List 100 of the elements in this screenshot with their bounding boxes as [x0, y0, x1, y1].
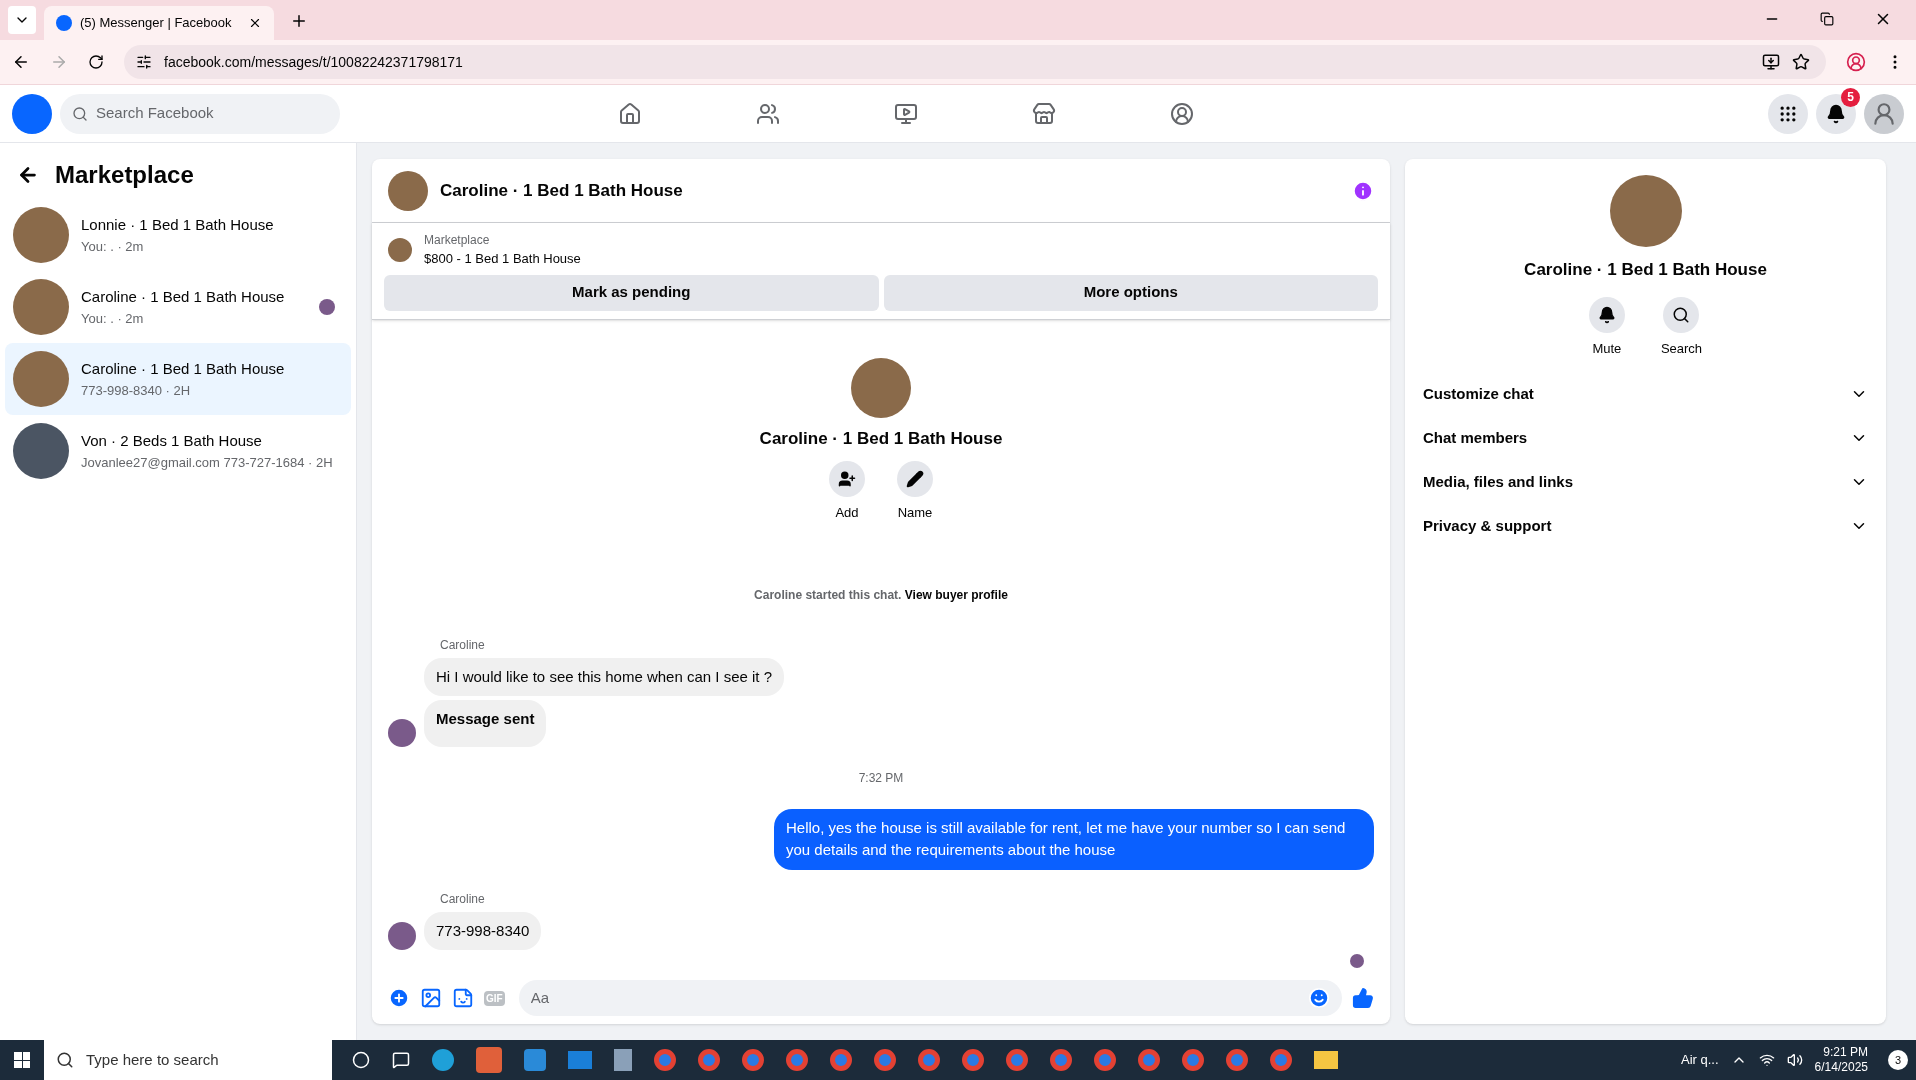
details-section[interactable]: Customize chat [1421, 372, 1870, 416]
chrome-icon[interactable] [874, 1049, 896, 1071]
listing-action-button[interactable]: More options [883, 274, 1378, 311]
store-icon[interactable] [524, 1049, 546, 1071]
message-time: 7:32 PM [858, 769, 904, 787]
chrome-icon[interactable] [1050, 1049, 1072, 1071]
conversation-preview: 773-998-8340 · 2H [81, 381, 192, 400]
listing-title: $800 - 1 Bed 1 Bath House [424, 250, 581, 268]
notification-count[interactable]: 3 [1888, 1050, 1908, 1070]
facebook-logo-icon[interactable] [12, 93, 52, 134]
conversation-name: Von · 2 Beds 1 Bath House [81, 431, 263, 451]
conversation-item[interactable]: Von · 2 Beds 1 Bath House Jovanlee27@gmail.com 773-727-1684 · 2H [5, 415, 351, 487]
profile-icon[interactable] [1846, 52, 1866, 72]
details-section[interactable]: Privacy & support [1421, 504, 1870, 548]
search-icon [72, 105, 88, 122]
add-button[interactable] [829, 461, 865, 497]
conversation-preview: You: . · 2m [81, 237, 145, 256]
message-input[interactable]: Aa [530, 986, 1308, 1010]
plus-icon[interactable] [388, 987, 410, 1009]
sticker-icon[interactable] [452, 987, 474, 1009]
conversation-item[interactable]: Caroline · 1 Bed 1 Bath House You: . · 2m [5, 271, 351, 343]
search-field[interactable]: Search Facebook [96, 102, 328, 125]
action-label: Search [1660, 339, 1703, 358]
conversation-item[interactable]: Lonnie · 1 Bed 1 Bath House You: . · 2m [5, 199, 351, 271]
widgets-icon[interactable] [392, 1051, 410, 1069]
conversation-name: Caroline · 1 Bed 1 Bath House [81, 287, 286, 307]
reload-icon[interactable] [88, 54, 104, 70]
search-bar[interactable]: Search Facebook [60, 93, 340, 134]
sender-name: Caroline [440, 636, 486, 654]
new-tab-icon[interactable] [290, 12, 308, 30]
info-icon[interactable] [1352, 179, 1374, 202]
conversation-name: Lonnie · 1 Bed 1 Bath House [81, 215, 275, 235]
back-icon[interactable] [12, 53, 30, 71]
bell-icon [1597, 305, 1616, 324]
install-icon[interactable] [1762, 53, 1780, 71]
listing-action-button[interactable]: Mark as pending [384, 274, 879, 311]
action-label: Name [897, 504, 933, 522]
notification-badge: 5 [1841, 87, 1860, 107]
conversation-preview: You: . · 2m [81, 309, 145, 328]
message-bubble: Hello, yes the house is still available for rent, let me have your number so I can send you details and the requirements about the house [774, 808, 1374, 870]
chrome-icon[interactable] [654, 1049, 676, 1071]
sender-name: Caroline [440, 890, 486, 908]
section-label: Media, files and links [1423, 471, 1575, 492]
details-section[interactable]: Chat members [1421, 416, 1870, 460]
tab-title: (5) Messenger | Facebook [80, 14, 233, 33]
section-label: Privacy & support [1423, 515, 1553, 536]
chrome-icon[interactable] [1138, 1049, 1160, 1071]
photo-placeholder [388, 237, 412, 262]
close-icon[interactable] [248, 16, 262, 30]
listing-label: Marketplace [424, 232, 491, 249]
conversation-item[interactable]: Caroline · 1 Bed 1 Bath House 773-998-8340 · 2H [5, 343, 351, 415]
action-label: Mute [1592, 339, 1622, 358]
photo-icon[interactable] [420, 987, 442, 1009]
chrome-icon[interactable] [742, 1049, 764, 1071]
message-bubble: Message sent [424, 700, 547, 747]
volume-icon[interactable] [1786, 1052, 1803, 1068]
site-settings-icon[interactable] [136, 54, 152, 70]
details-name: Caroline · 1 Bed 1 Bath House [1524, 259, 1767, 281]
emoji-icon[interactable] [1308, 987, 1330, 1009]
message-bubble: 773-998-8340 [424, 911, 542, 950]
search-icon [56, 1051, 74, 1069]
mute-button[interactable] [1588, 296, 1625, 333]
chrome-icon[interactable] [698, 1049, 720, 1071]
edge-icon[interactable] [432, 1049, 454, 1071]
seen-avatar [1350, 954, 1364, 968]
wifi-icon[interactable] [1758, 1052, 1775, 1068]
photo-placeholder [388, 170, 428, 211]
tab-list-button[interactable] [8, 6, 36, 34]
chrome-icon[interactable] [786, 1049, 808, 1071]
like-icon[interactable] [1352, 987, 1374, 1009]
section-label: Customize chat [1423, 383, 1535, 404]
clock-date: 6/14/2025 [1814, 1060, 1868, 1075]
chrome-icon[interactable] [962, 1049, 984, 1071]
chrome-icon[interactable] [1182, 1049, 1204, 1071]
chrome-icon[interactable] [918, 1049, 940, 1071]
task-view-icon[interactable] [352, 1051, 370, 1069]
taskbar-search-bar[interactable]: Type here to search [44, 1040, 332, 1080]
address-bar[interactable]: facebook.com/messages/t/10082242371798171 [124, 45, 1826, 79]
notifications-button[interactable] [1816, 93, 1856, 134]
message-composer[interactable]: Aa [518, 980, 1342, 1016]
chrome-icon[interactable] [1270, 1049, 1292, 1071]
browser-tab[interactable]: (5) Messenger | Facebook [44, 6, 274, 40]
weather-text[interactable]: Air q... [1681, 1050, 1719, 1070]
bookmark-icon[interactable] [1792, 53, 1810, 71]
chrome-icon[interactable] [1094, 1049, 1116, 1071]
profile-name: Caroline · 1 Bed 1 Bath House [759, 427, 1003, 450]
name-button[interactable] [897, 461, 933, 497]
details-section[interactable]: Media, files and links [1421, 460, 1870, 504]
menu-button[interactable] [1768, 93, 1808, 134]
clock-time: 9:21 PM [1823, 1045, 1868, 1060]
taskbar-search-field[interactable]: Type here to search [86, 1048, 320, 1072]
chrome-icon[interactable] [1006, 1049, 1028, 1071]
chrome-icon[interactable] [1226, 1049, 1248, 1071]
restore-icon[interactable] [1820, 12, 1834, 26]
chrome-icon[interactable] [830, 1049, 852, 1071]
buyer-profile-link[interactable]: View buyer profile [904, 587, 1008, 602]
facebook-logo-icon [56, 15, 72, 31]
account-avatar[interactable] [1864, 93, 1904, 134]
back-icon[interactable] [17, 164, 39, 186]
search-button[interactable] [1663, 296, 1700, 333]
